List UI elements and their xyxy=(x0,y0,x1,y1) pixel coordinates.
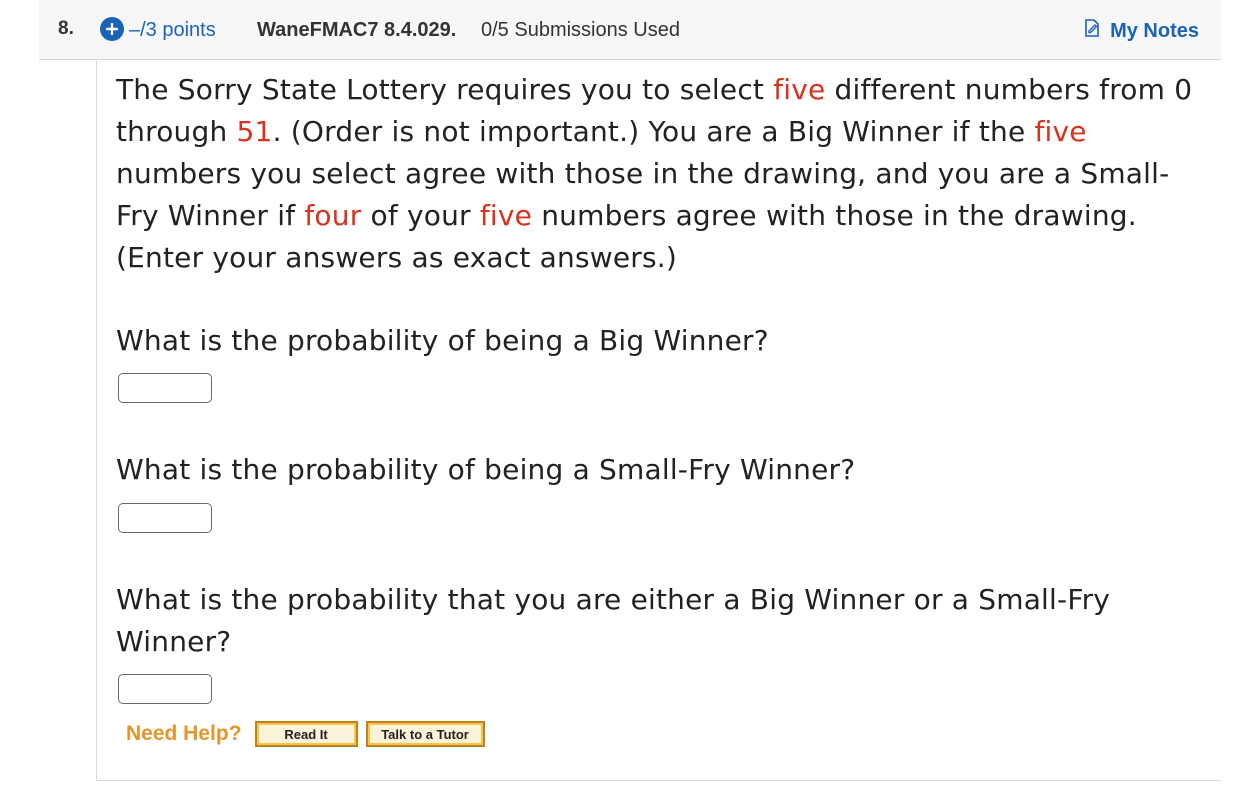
question-body: The Sorry State Lottery requires you to … xyxy=(96,61,1221,781)
note-icon xyxy=(1084,19,1100,43)
points-link[interactable]: –/3 points xyxy=(129,19,216,42)
question-header: 8. –/3 points WaneFMAC7 8.4.029. 0/5 Sub… xyxy=(39,0,1221,60)
talk-to-tutor-label: Talk to a Tutor xyxy=(369,725,481,743)
talk-to-tutor-button[interactable]: Talk to a Tutor xyxy=(365,721,485,747)
question-big-winner: What is the probability of being a Big W… xyxy=(116,324,769,357)
problem-statement: The Sorry State Lottery requires you to … xyxy=(116,69,1196,279)
problem-value: four xyxy=(304,199,362,232)
read-it-button[interactable]: Read It xyxy=(254,721,358,747)
either-winner-answer-input[interactable] xyxy=(118,674,212,704)
question-reference: WaneFMAC7 8.4.029. xyxy=(257,19,457,41)
problem-value: five xyxy=(1034,115,1087,148)
big-winner-answer-input[interactable] xyxy=(118,373,212,403)
problem-text: of your xyxy=(361,199,480,232)
problem-value: 51 xyxy=(236,115,273,148)
problem-value: five xyxy=(479,199,533,232)
need-help-label: Need Help? xyxy=(126,722,242,745)
need-help-bar: Need Help? Read It Talk to a Tutor xyxy=(126,721,493,747)
question-small-fry-winner: What is the probability of being a Small… xyxy=(116,453,856,486)
problem-value: five xyxy=(773,73,826,106)
problem-text: . (Order is not important.) You are a Bi… xyxy=(272,115,1035,148)
question-either-winner: What is the probability that you are eit… xyxy=(116,583,1111,658)
plus-circle-icon[interactable] xyxy=(100,17,124,41)
submissions-used: 0/5 Submissions Used xyxy=(481,19,680,41)
problem-text: The Sorry State Lottery requires you to … xyxy=(116,73,774,106)
small-fry-answer-input[interactable] xyxy=(118,503,212,533)
my-notes-label: My Notes xyxy=(1110,19,1199,42)
question-number: 8. xyxy=(58,18,74,39)
my-notes-button[interactable]: My Notes xyxy=(1084,19,1199,43)
read-it-label: Read It xyxy=(258,725,354,743)
